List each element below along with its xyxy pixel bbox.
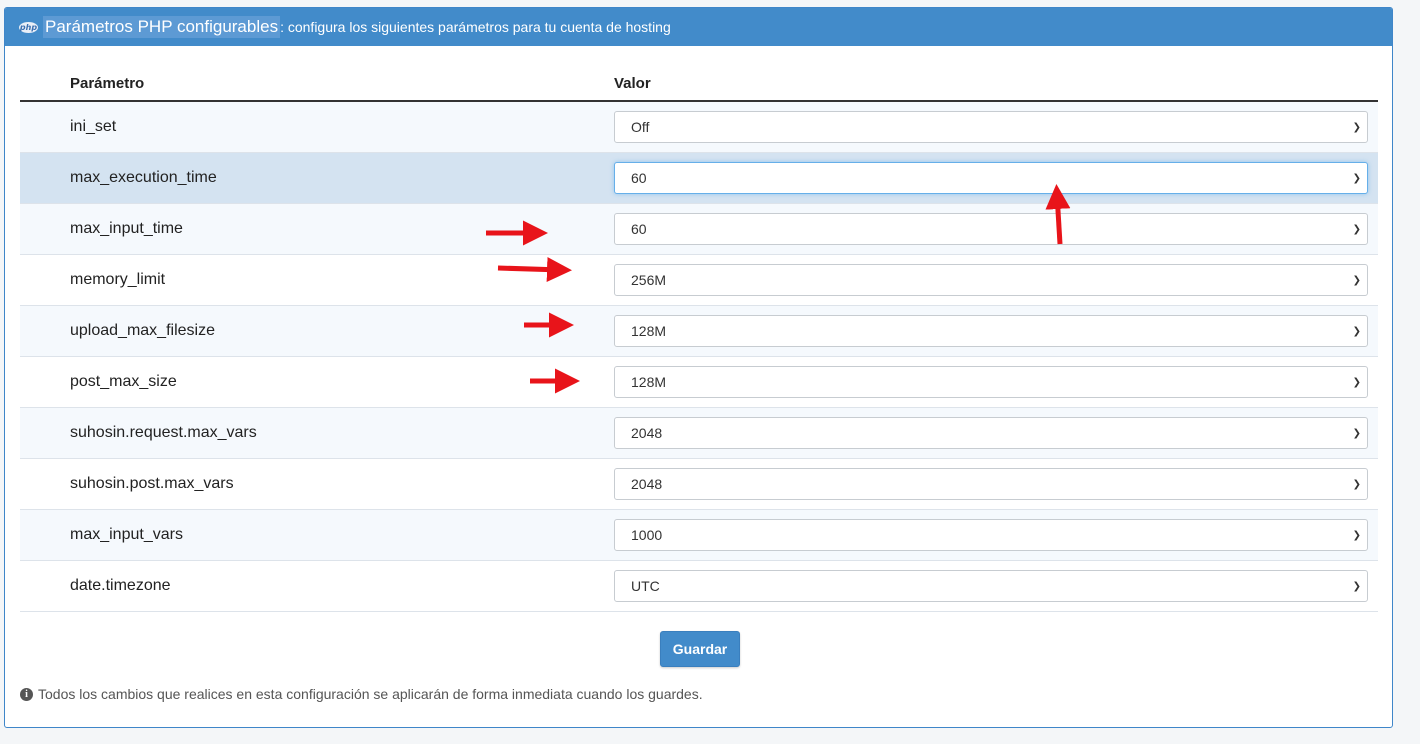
table-row: memory_limit 256M ❯ [20,255,1378,306]
table-row: suhosin.post.max_vars 2048 ❯ [20,459,1378,510]
select-value: 2048 [631,425,663,441]
value-select[interactable]: 60 ❯ [614,213,1368,245]
param-name: ini_set [70,118,117,135]
select-value: 60 [631,221,647,237]
param-name: suhosin.post.max_vars [70,475,234,492]
value-select[interactable]: 2048 ❯ [614,417,1368,449]
value-select[interactable]: 2048 ❯ [614,468,1368,500]
chevron-down-icon: ❯ [1352,376,1361,388]
chevron-down-icon: ❯ [1352,325,1361,337]
value-select[interactable]: 128M ❯ [614,315,1368,347]
param-name: memory_limit [70,271,166,288]
value-select[interactable]: 128M ❯ [614,366,1368,398]
param-name: post_max_size [70,373,177,390]
table-row: date.timezone UTC ❯ [20,561,1378,612]
value-select[interactable]: Off ❯ [614,111,1368,143]
php-settings-panel: php Parámetros PHP configurables : confi… [4,7,1393,728]
chevron-down-icon: ❯ [1352,274,1361,286]
param-name: max_execution_time [70,169,217,186]
table-header: Parámetro Valor [20,66,1378,102]
value-select[interactable]: 256M ❯ [614,264,1368,296]
table-row: ini_set Off ❯ [20,102,1378,153]
panel-title: Parámetros PHP configurables [43,16,281,38]
param-name: upload_max_filesize [70,322,215,339]
table-row: suhosin.request.max_vars 2048 ❯ [20,408,1378,459]
panel-subtitle: : configura los siguientes parámetros pa… [280,19,671,35]
chevron-down-icon: ❯ [1352,478,1361,490]
select-value: 60 [631,170,647,186]
chevron-down-icon: ❯ [1352,427,1361,439]
select-value: UTC [631,578,660,594]
col-header-value: Valor [614,74,651,92]
table-row: max_input_time 60 ❯ [20,204,1378,255]
chevron-down-icon: ❯ [1352,121,1361,133]
chevron-down-icon: ❯ [1352,223,1361,235]
select-value: 2048 [631,476,663,492]
param-name: max_input_time [70,220,183,237]
footnote-text: Todos los cambios que realices en esta c… [38,686,703,702]
col-header-param: Parámetro [70,74,145,92]
value-select[interactable]: 60 ❯ [614,162,1368,194]
panel-header: php Parámetros PHP configurables : confi… [5,8,1392,46]
table-row: max_input_vars 1000 ❯ [20,510,1378,561]
table-row: upload_max_filesize 128M ❯ [20,306,1378,357]
table-row: post_max_size 128M ❯ [20,357,1378,408]
select-value: 1000 [631,527,663,543]
save-button[interactable]: Guardar [660,631,740,667]
footnote: i Todos los cambios que realices en esta… [20,686,703,702]
value-select[interactable]: 1000 ❯ [614,519,1368,551]
chevron-down-icon: ❯ [1352,529,1361,541]
select-value: 256M [631,272,667,288]
value-select[interactable]: UTC ❯ [614,570,1368,602]
select-value: 128M [631,374,667,390]
chevron-down-icon: ❯ [1352,172,1361,184]
select-value: Off [631,119,650,135]
select-value: 128M [631,323,667,339]
params-table: Parámetro Valor ini_set Off ❯ max_executi… [20,66,1378,612]
table-row: max_execution_time 60 ❯ [20,153,1378,204]
param-name: suhosin.request.max_vars [70,424,257,441]
info-icon: i [20,687,33,701]
php-icon: php [19,21,38,33]
param-name: date.timezone [70,577,171,594]
chevron-down-icon: ❯ [1352,580,1361,592]
param-name: max_input_vars [70,526,183,543]
